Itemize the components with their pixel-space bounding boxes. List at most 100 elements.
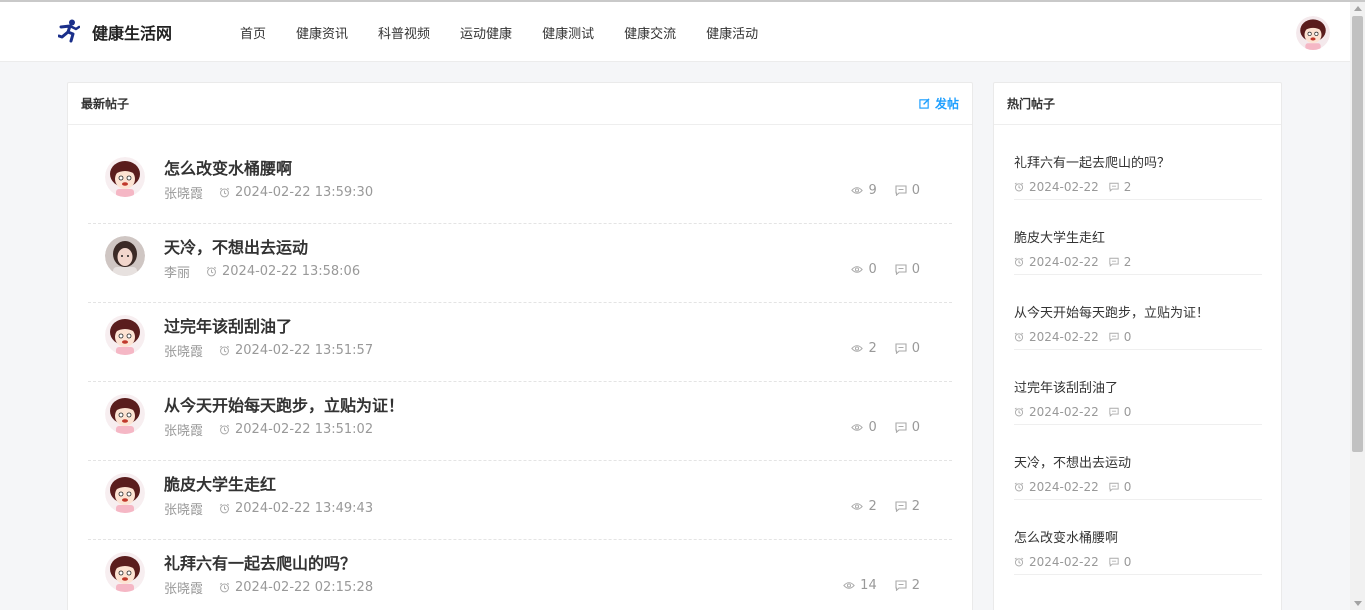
nav-item-forum[interactable]: 健康交流 (624, 23, 676, 42)
eye-icon (843, 582, 855, 589)
alarm-clock-icon (206, 266, 217, 277)
hot-post-item[interactable]: 从今天开始每天跑步，立贴为证！ 2024-02-22 0 (1014, 275, 1262, 350)
latest-posts-card: 最新帖子 发帖 怎么改变水桶腰啊张晓霞 2024-02-22 13:59:30 9 0… (67, 82, 973, 610)
post-views-count: 0 (868, 420, 877, 435)
alarm-clock-icon (219, 345, 230, 356)
post-views-count: 14 (860, 578, 877, 593)
hot-post-title[interactable]: 脆皮大学生走红 (1014, 230, 1262, 247)
post-author[interactable]: 张晓霞 (164, 341, 203, 360)
post-views: 2 (851, 341, 877, 356)
post-time: 2024-02-22 13:58:06 (206, 264, 360, 279)
post-row[interactable]: 过完年该刮刮油了 张晓霞 2024-02-22 13:51:57 2 0 (88, 303, 952, 382)
post-comments-count: 2 (911, 499, 920, 514)
post-author-avatar[interactable] (105, 236, 145, 276)
scroll-up-icon[interactable] (1354, 6, 1362, 11)
post-comments-count: 0 (911, 420, 920, 435)
site-logo[interactable]: 健康生活网 (58, 16, 172, 48)
post-meta: 李丽 2024-02-22 13:58:06 (164, 262, 360, 281)
alarm-clock-icon (1014, 182, 1024, 192)
hot-post-comments-count: 2 (1123, 255, 1132, 269)
post-title[interactable]: 脆皮大学生走红 (164, 471, 276, 495)
latest-posts-title: 最新帖子 (81, 97, 130, 111)
hot-post-meta: 2024-02-22 0 (1014, 330, 1262, 344)
post-row[interactable]: 怎么改变水桶腰啊 张晓霞 2024-02-22 13:59:30 9 0 (88, 145, 952, 224)
post-author[interactable]: 李丽 (164, 262, 190, 281)
post-author[interactable]: 张晓霞 (164, 183, 203, 202)
post-author-avatar[interactable] (105, 473, 145, 513)
hot-post-meta: 2024-02-22 2 (1014, 255, 1262, 269)
nav-item-tests[interactable]: 健康测试 (542, 23, 594, 42)
post-author[interactable]: 张晓霞 (164, 578, 203, 597)
hot-post-title[interactable]: 过完年该刮刮油了 (1014, 380, 1262, 397)
nav-item-sports[interactable]: 运动健康 (460, 23, 512, 42)
post-author-avatar[interactable] (105, 157, 145, 197)
hot-post-item[interactable]: 天冷，不想出去运动 2024-02-22 0 (1014, 425, 1262, 500)
post-views-count: 2 (868, 499, 877, 514)
post-title[interactable]: 礼拜六有一起去爬山的吗？ (164, 550, 356, 574)
page-scrollbar[interactable] (1350, 2, 1365, 610)
post-row[interactable]: 从今天开始每天跑步，立贴为证！ 张晓霞 2024-02-22 13:51:02 0 0 (88, 382, 952, 461)
nav-item-home[interactable]: 首页 (240, 23, 266, 42)
post-stats: 00 (833, 420, 920, 435)
hot-post-title[interactable]: 从今天开始每天跑步，立贴为证！ (1014, 305, 1262, 322)
nav-item-videos[interactable]: 科普视频 (378, 23, 430, 42)
eye-icon (851, 266, 864, 273)
scrollbar-thumb[interactable] (1352, 16, 1363, 452)
post-row[interactable]: 天冷，不想出去运动李丽 2024-02-22 13:58:06 0 0 (88, 224, 952, 303)
hot-post-date: 2024-02-22 (1029, 480, 1099, 494)
post-comments: 0 (895, 262, 920, 277)
comment-icon (1109, 482, 1119, 492)
post-title[interactable]: 天冷，不想出去运动 (164, 234, 308, 258)
hot-post-comments: 0 (1109, 555, 1131, 569)
hot-post-item[interactable]: 怎么改变水桶腰啊 2024-02-22 0 (1014, 500, 1262, 575)
hot-posts-header: 热门帖子 (994, 83, 1281, 125)
hot-post-item[interactable]: 脆皮大学生走红 2024-02-22 2 (1014, 200, 1262, 275)
hot-post-meta: 2024-02-22 2 (1014, 180, 1262, 194)
post-author[interactable]: 张晓霞 (164, 499, 203, 518)
comment-icon (1109, 257, 1119, 267)
eye-icon (851, 503, 864, 510)
post-meta: 张晓霞 2024-02-22 13:59:30 (164, 183, 373, 202)
cartoon-girl-avatar (105, 394, 145, 434)
new-post-button[interactable]: 发帖 (919, 95, 959, 112)
post-time-text: 2024-02-22 13:49:43 (235, 501, 374, 516)
alarm-clock-icon (1014, 257, 1024, 267)
post-time: 2024-02-22 13:49:43 (219, 501, 373, 516)
post-row[interactable]: 礼拜六有一起去爬山的吗？ 张晓霞 2024-02-22 02:15:28 14 2 (88, 540, 952, 610)
hot-post-title[interactable]: 怎么改变水桶腰啊 (1014, 530, 1262, 547)
edit-icon (919, 98, 930, 109)
eye-icon (851, 424, 864, 431)
cartoon-girl-avatar (105, 315, 145, 355)
nav-item-news[interactable]: 健康资讯 (296, 23, 348, 42)
cartoon-girl-avatar (105, 552, 145, 592)
post-author[interactable]: 张晓霞 (164, 420, 203, 439)
post-meta: 张晓霞 2024-02-22 13:49:43 (164, 499, 373, 518)
hot-post-item[interactable]: 礼拜六有一起去爬山的吗？ 2024-02-22 2 (1014, 125, 1262, 200)
hot-post-date: 2024-02-22 (1029, 330, 1099, 344)
post-views: 9 (851, 183, 877, 198)
nav-item-activities[interactable]: 健康活动 (706, 23, 758, 42)
post-views: 2 (851, 499, 877, 514)
comment-icon (1109, 557, 1119, 567)
post-author-avatar[interactable] (105, 315, 145, 355)
scroll-down-icon[interactable] (1354, 601, 1362, 606)
post-meta: 张晓霞 2024-02-22 13:51:02 (164, 420, 373, 439)
post-stats: 14 2 (825, 578, 920, 593)
post-title[interactable]: 从今天开始每天跑步，立贴为证！ (164, 392, 404, 416)
hot-post-title[interactable]: 礼拜六有一起去爬山的吗？ (1014, 155, 1262, 172)
post-views-count: 2 (868, 341, 877, 356)
hot-post-title[interactable]: 天冷，不想出去运动 (1014, 455, 1262, 472)
user-avatar[interactable] (1296, 16, 1330, 50)
post-row[interactable]: 脆皮大学生走红张晓霞 2024-02-22 13:49:43 2 2 (88, 461, 952, 540)
post-author-avatar[interactable] (105, 394, 145, 434)
hot-post-item[interactable]: 过完年该刮刮油了 2024-02-22 0 (1014, 350, 1262, 425)
alarm-clock-icon (219, 582, 230, 593)
eye-icon (851, 187, 864, 194)
post-author-avatar[interactable] (105, 552, 145, 592)
comment-icon (895, 343, 907, 354)
post-views-count: 0 (868, 262, 877, 277)
post-title[interactable]: 怎么改变水桶腰啊 (164, 155, 292, 179)
hot-post-comments: 0 (1109, 405, 1131, 419)
post-title[interactable]: 过完年该刮刮油了 (164, 313, 292, 337)
hot-post-meta: 2024-02-22 0 (1014, 480, 1262, 494)
